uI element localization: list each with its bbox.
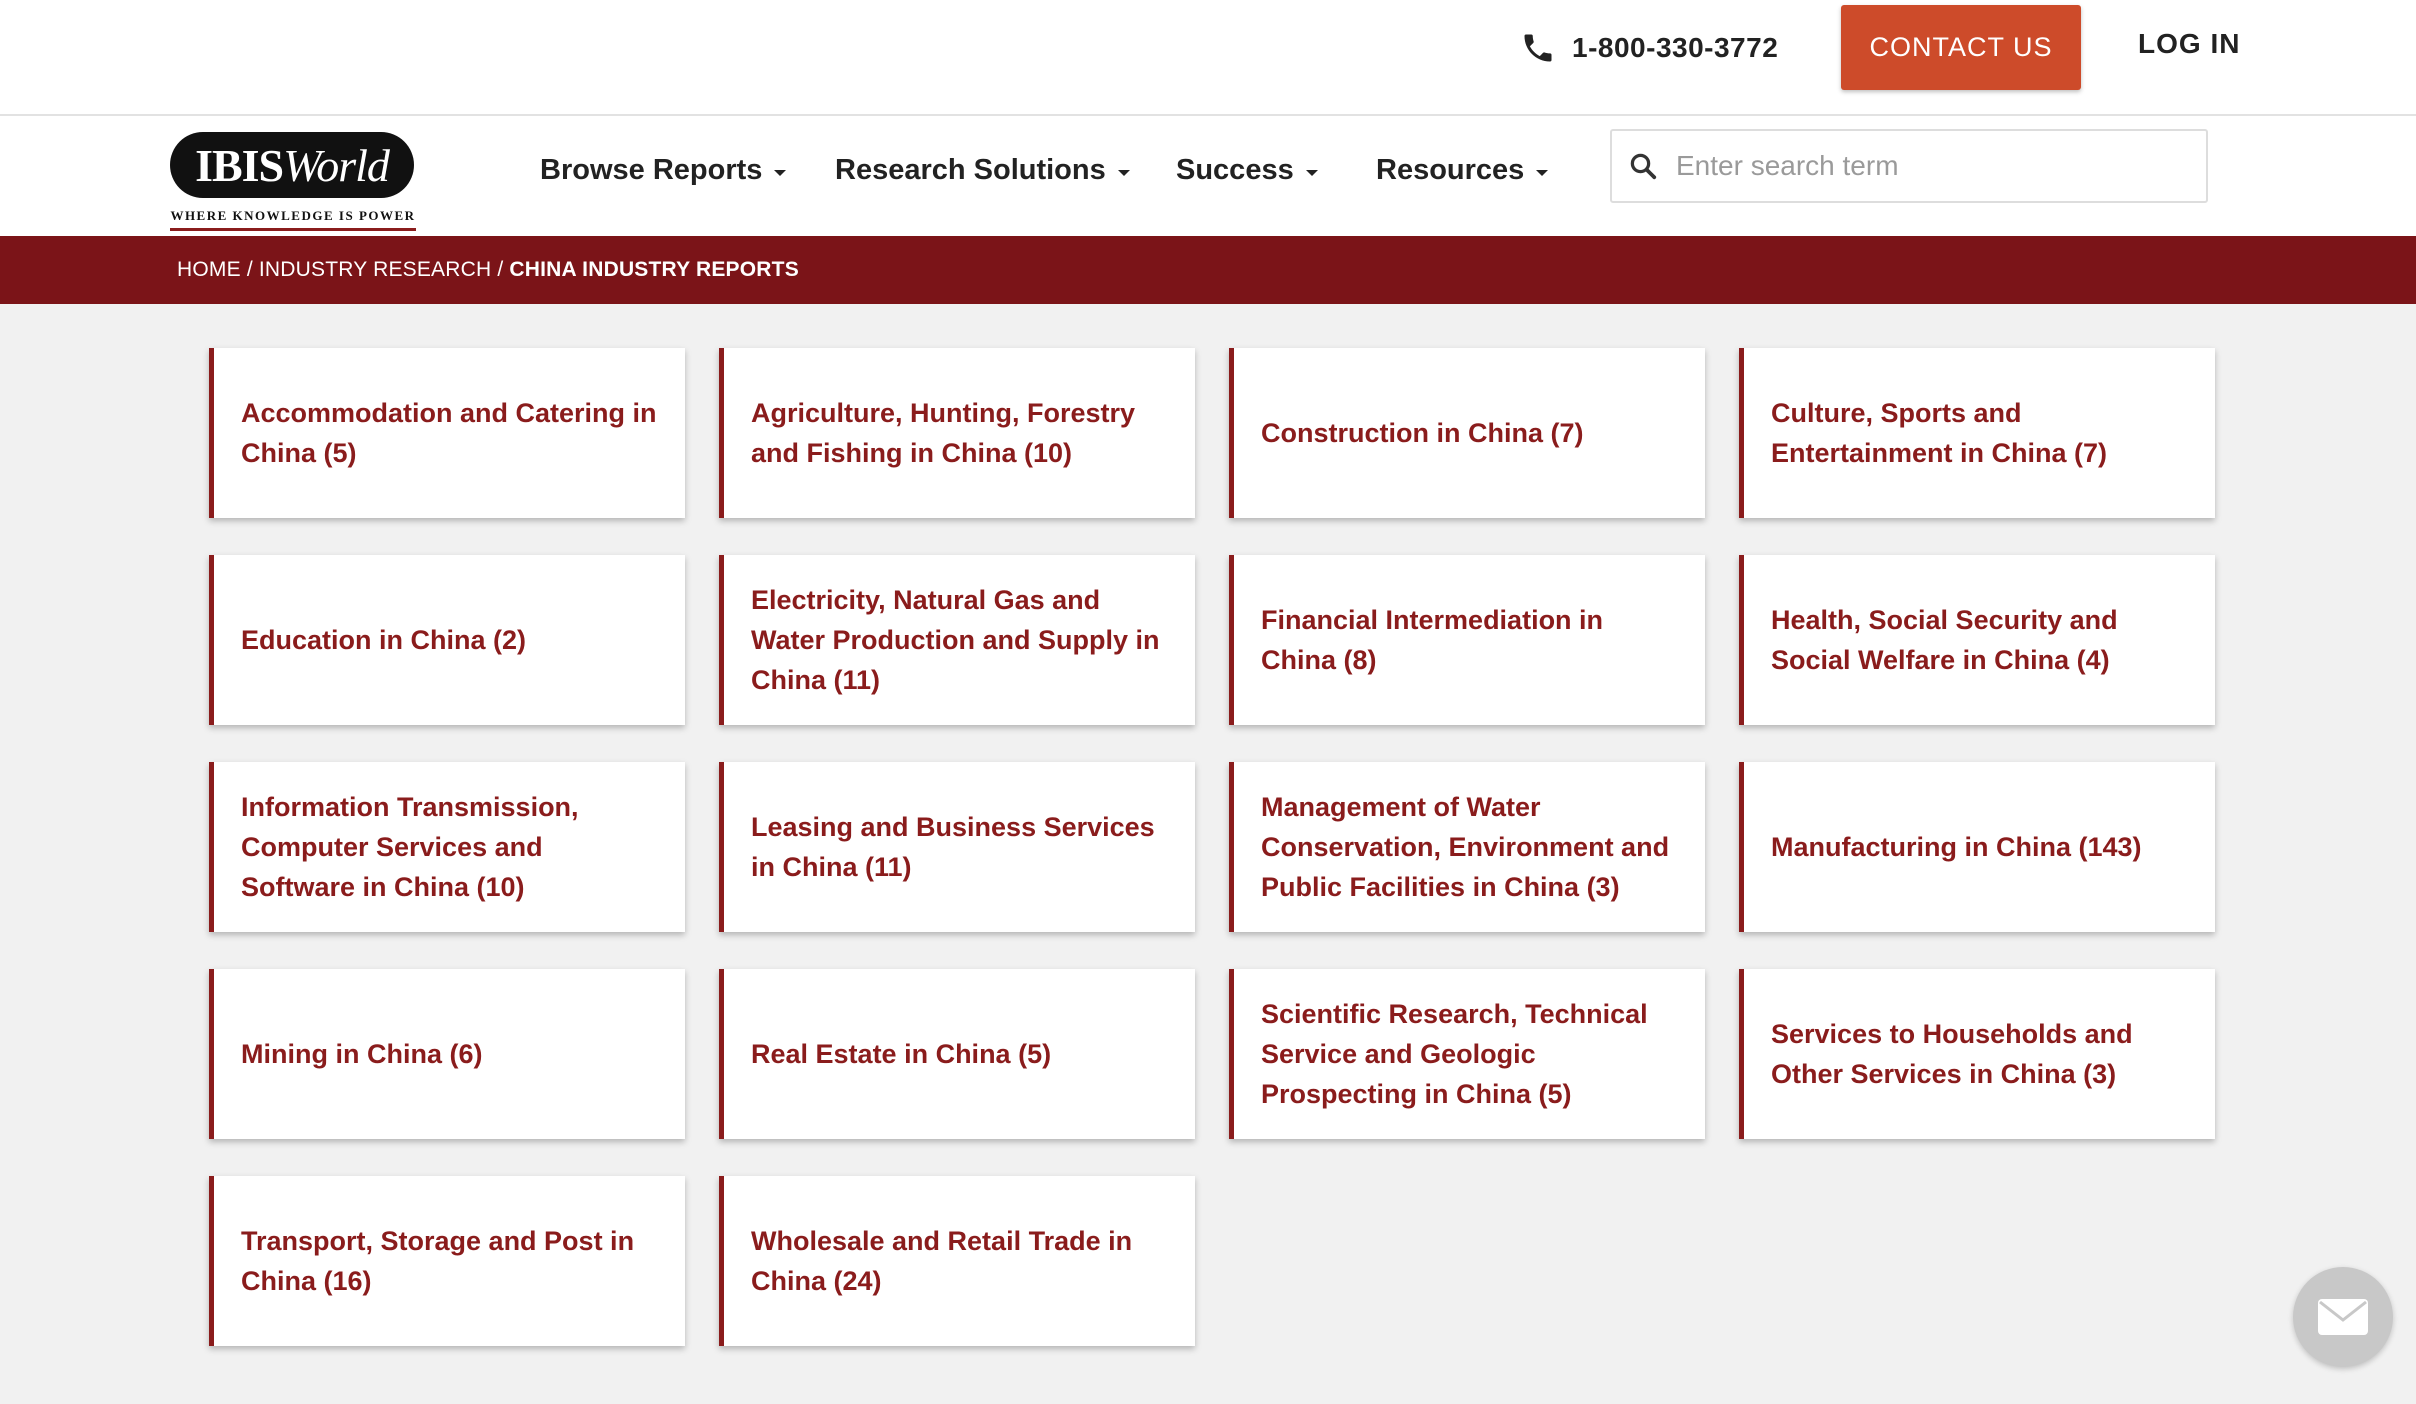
chevron-down-icon: [1117, 169, 1130, 176]
chevron-down-icon: [1536, 169, 1549, 176]
category-card-label: Leasing and Business Services in China (…: [751, 812, 1155, 882]
category-card[interactable]: Health, Social Security and Social Welfa…: [1739, 555, 2215, 725]
category-card[interactable]: Agriculture, Hunting, Forestry and Fishi…: [719, 348, 1195, 518]
chevron-down-icon: [774, 169, 787, 176]
nav-resources[interactable]: Resources: [1376, 154, 1549, 187]
logo-word-bold: IBIS: [195, 139, 284, 191]
logo-tagline: WHERE KNOWLEDGE IS POWER: [170, 208, 416, 231]
search-box: [1610, 129, 2208, 203]
category-card-label: Education in China (2): [241, 625, 527, 655]
category-card[interactable]: Transport, Storage and Post in China (16…: [209, 1176, 685, 1346]
chevron-down-icon: [1305, 169, 1318, 176]
breadcrumb: HOME / INDUSTRY RESEARCH / CHINA INDUSTR…: [0, 236, 2416, 304]
main-navigation: IBISWorld WHERE KNOWLEDGE IS POWER Brows…: [0, 116, 2416, 236]
category-card[interactable]: Accommodation and Catering in China (5): [209, 348, 685, 518]
nav-item-label: Success: [1176, 154, 1294, 186]
search-input[interactable]: [1676, 150, 2176, 182]
category-card[interactable]: Management of Water Conservation, Enviro…: [1229, 762, 1705, 932]
category-card[interactable]: Culture, Sports and Entertainment in Chi…: [1739, 348, 2215, 518]
envelope-icon: [2318, 1299, 2368, 1335]
category-card[interactable]: Information Transmission, Computer Servi…: [209, 762, 685, 932]
category-card-label: Electricity, Natural Gas and Water Produ…: [751, 585, 1160, 695]
category-card-label: Services to Households and Other Service…: [1771, 1019, 2133, 1089]
ibisworld-logo[interactable]: IBISWorld WHERE KNOWLEDGE IS POWER: [170, 132, 416, 236]
category-card[interactable]: Financial Intermediation in China (8): [1229, 555, 1705, 725]
category-card-label: Manufacturing in China (143): [1771, 832, 2142, 862]
category-card[interactable]: Leasing and Business Services in China (…: [719, 762, 1195, 932]
category-card-label: Construction in China (7): [1261, 418, 1584, 448]
category-card-label: Information Transmission, Computer Servi…: [241, 792, 579, 902]
nav-item-label: Research Solutions: [835, 154, 1106, 186]
category-card[interactable]: Services to Households and Other Service…: [1739, 969, 2215, 1139]
search-icon[interactable]: [1628, 151, 1658, 181]
category-card-label: Wholesale and Retail Trade in China (24): [751, 1226, 1133, 1296]
breadcrumb-current: CHINA INDUSTRY REPORTS: [509, 258, 799, 281]
category-card-label: Scientific Research, Technical Service a…: [1261, 999, 1648, 1109]
category-card-label: Real Estate in China (5): [751, 1039, 1052, 1069]
nav-research-solutions[interactable]: Research Solutions: [835, 154, 1130, 187]
nav-item-label: Resources: [1376, 154, 1525, 186]
category-card[interactable]: Manufacturing in China (143): [1739, 762, 2215, 932]
category-card-label: Management of Water Conservation, Enviro…: [1261, 792, 1670, 902]
phone-icon: [1524, 34, 1552, 62]
category-card[interactable]: Wholesale and Retail Trade in China (24): [719, 1176, 1195, 1346]
chat-widget-button[interactable]: [2293, 1267, 2393, 1367]
logo-wordmark: IBISWorld: [170, 132, 414, 198]
nav-success[interactable]: Success: [1176, 154, 1318, 187]
category-card-label: Accommodation and Catering in China (5): [241, 398, 657, 468]
breadcrumb-home[interactable]: HOME: [177, 258, 241, 282]
breadcrumb-separator: /: [246, 258, 253, 281]
phone-link[interactable]: 1-800-330-3772: [1520, 28, 1778, 68]
login-link[interactable]: LOG IN: [2138, 28, 2240, 60]
category-card-label: Transport, Storage and Post in China (16…: [241, 1226, 635, 1296]
category-card[interactable]: Construction in China (7): [1229, 348, 1705, 518]
category-card[interactable]: Real Estate in China (5): [719, 969, 1195, 1139]
contact-us-button[interactable]: CONTACT US: [1841, 5, 2081, 90]
category-card-label: Health, Social Security and Social Welfa…: [1771, 605, 2118, 675]
category-card[interactable]: Electricity, Natural Gas and Water Produ…: [719, 555, 1195, 725]
top-bar: 1-800-330-3772 CONTACT US LOG IN: [0, 0, 2416, 116]
category-card-label: Agriculture, Hunting, Forestry and Fishi…: [751, 398, 1136, 468]
breadcrumb-industry-research[interactable]: INDUSTRY RESEARCH: [259, 258, 492, 282]
category-card[interactable]: Scientific Research, Technical Service a…: [1229, 969, 1705, 1139]
logo-word-italic: World: [283, 139, 390, 191]
nav-item-label: Browse Reports: [540, 154, 763, 186]
category-card[interactable]: Education in China (2): [209, 555, 685, 725]
category-card[interactable]: Mining in China (6): [209, 969, 685, 1139]
phone-number: 1-800-330-3772: [1572, 32, 1779, 63]
nav-browse-reports[interactable]: Browse Reports: [540, 154, 787, 187]
breadcrumb-separator: /: [497, 258, 504, 281]
category-card-label: Culture, Sports and Entertainment in Chi…: [1771, 398, 2108, 468]
category-card-label: Mining in China (6): [241, 1039, 483, 1069]
category-card-label: Financial Intermediation in China (8): [1261, 605, 1604, 675]
